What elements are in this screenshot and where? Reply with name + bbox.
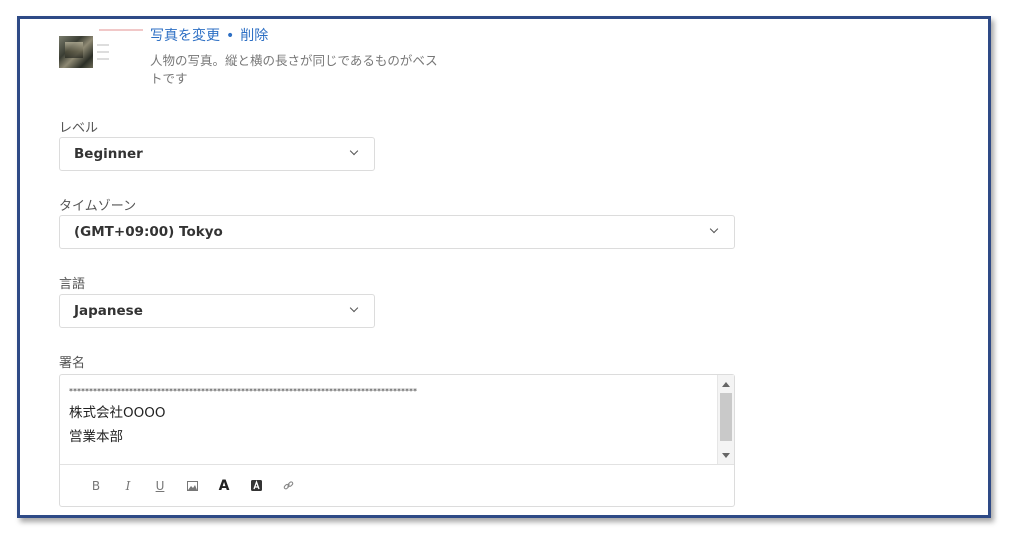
italic-button[interactable]: I <box>112 474 144 498</box>
photo-actions-separator: • <box>226 28 235 44</box>
timezone-label: タイムゾーン <box>59 199 137 214</box>
signature-scrollbar[interactable] <box>717 375 734 464</box>
scroll-down-arrow-icon[interactable] <box>722 453 730 458</box>
scrollbar-thumb[interactable] <box>720 393 732 441</box>
timezone-select[interactable]: (GMT+09:00) Tokyo <box>59 215 735 249</box>
signature-company-line: 株式会社OOOO <box>69 405 166 421</box>
highlight-button[interactable] <box>240 474 272 498</box>
level-label: レベル <box>59 121 99 136</box>
underline-button[interactable]: U <box>144 474 176 498</box>
language-select-value: Japanese <box>74 303 143 319</box>
change-photo-link[interactable]: 写真を変更 <box>150 28 220 44</box>
highlight-icon <box>250 480 262 491</box>
image-icon <box>186 480 198 491</box>
photo-hint-text: 人物の写真。縦と横の長さが同じであるものがベストです <box>150 53 438 86</box>
timezone-select-value: (GMT+09:00) Tokyo <box>74 224 223 240</box>
profile-photo-thumbnail <box>59 24 143 70</box>
font-color-button[interactable]: A <box>208 474 240 498</box>
insert-link-button[interactable] <box>272 474 304 498</box>
profile-settings-panel: 写真を変更 • 削除 人物の写真。縦と横の長さが同じであるものがベストです レベル … <box>17 16 991 518</box>
signature-textarea[interactable]: ****************************************… <box>69 383 719 463</box>
profile-photo <box>59 36 93 68</box>
chevron-down-icon <box>711 226 719 234</box>
chevron-down-icon <box>351 305 359 313</box>
language-select[interactable]: Japanese <box>59 294 375 328</box>
level-select-value: Beginner <box>74 146 143 162</box>
signature-format-toolbar: B I U A <box>60 464 734 506</box>
level-select[interactable]: Beginner <box>59 137 375 171</box>
photo-actions: 写真を変更 • 削除 <box>150 25 268 45</box>
signature-separator-line: ****************************************… <box>69 387 417 396</box>
chevron-down-icon <box>351 148 359 156</box>
scroll-up-arrow-icon[interactable] <box>722 382 730 387</box>
signature-department-line: 営業本部 <box>69 429 123 445</box>
signature-label: 署名 <box>59 356 86 371</box>
signature-editor: ****************************************… <box>59 374 735 507</box>
delete-photo-link[interactable]: 削除 <box>240 28 268 44</box>
bold-button[interactable]: B <box>80 474 112 498</box>
language-label: 言語 <box>59 277 86 292</box>
link-icon <box>283 481 293 490</box>
insert-image-button[interactable] <box>176 474 208 498</box>
